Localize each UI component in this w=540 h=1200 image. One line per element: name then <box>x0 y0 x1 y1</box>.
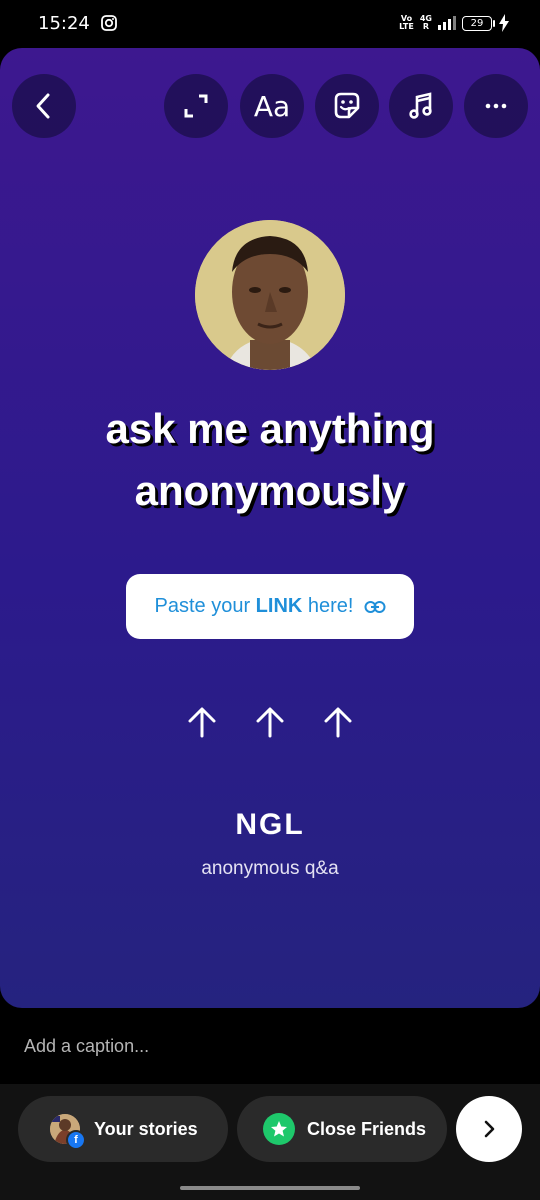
text-icon: Aa <box>253 89 291 123</box>
paste-link-sticker[interactable]: Paste your LINK here! <box>126 574 414 639</box>
arrow-up-icon <box>188 707 216 738</box>
resize-button[interactable] <box>164 74 228 138</box>
title-line-1: ask me anything <box>105 405 435 452</box>
music-button[interactable] <box>389 74 453 138</box>
star-icon <box>263 1113 295 1145</box>
link-sticker-text: Paste your LINK here! <box>154 595 354 617</box>
sticker-button[interactable] <box>315 74 379 138</box>
share-bar: f Your stories Close Friends <box>0 1084 540 1200</box>
brand-name: NGL <box>235 808 305 841</box>
status-time: 15:24 <box>38 13 90 34</box>
your-stories-label: Your stories <box>94 1118 198 1139</box>
signal-icon <box>438 16 456 30</box>
sticker-icon <box>334 92 360 119</box>
avatar: f <box>50 1114 86 1150</box>
status-icons: Vo LTE 4G R 29 <box>399 13 510 33</box>
link-icon <box>364 600 385 613</box>
charging-icon <box>499 14 509 32</box>
next-button[interactable] <box>456 1096 522 1162</box>
chevron-left-icon <box>36 93 50 119</box>
music-note-icon <box>409 92 432 119</box>
battery-level: 29 <box>470 17 484 29</box>
text-tool-button[interactable]: Aa <box>240 74 304 138</box>
up-arrows <box>184 706 356 738</box>
caption-input[interactable]: Add a caption... <box>24 1036 149 1057</box>
arrow-up-icon <box>324 707 352 738</box>
close-friends-label: Close Friends <box>307 1118 427 1139</box>
story-canvas: Aa ask me anything anonymously Paste you… <box>0 48 540 1008</box>
battery-icon: 29 <box>462 15 495 31</box>
close-friends-button[interactable]: Close Friends <box>237 1096 447 1162</box>
status-bar: 15:24 Vo LTE 4G R 29 <box>0 0 540 48</box>
profile-avatar <box>195 220 345 370</box>
network-type-icon: 4G R <box>419 14 432 31</box>
story-title: ask me anything anonymously <box>0 398 540 522</box>
title-line-2: anonymously <box>134 467 406 514</box>
your-stories-button[interactable]: f Your stories <box>18 1096 228 1162</box>
facebook-icon: f <box>66 1130 86 1150</box>
volte-icon: Vo LTE <box>399 14 414 31</box>
more-horizontal-icon <box>485 103 507 109</box>
instagram-notification-icon <box>101 15 117 31</box>
expand-icon <box>184 94 208 118</box>
home-indicator[interactable] <box>180 1186 360 1190</box>
arrow-up-icon <box>256 707 284 738</box>
brand-subtitle: anonymous q&a <box>201 858 339 879</box>
more-options-button[interactable] <box>464 74 528 138</box>
chevron-right-icon <box>484 1120 495 1138</box>
back-button[interactable] <box>12 74 76 138</box>
